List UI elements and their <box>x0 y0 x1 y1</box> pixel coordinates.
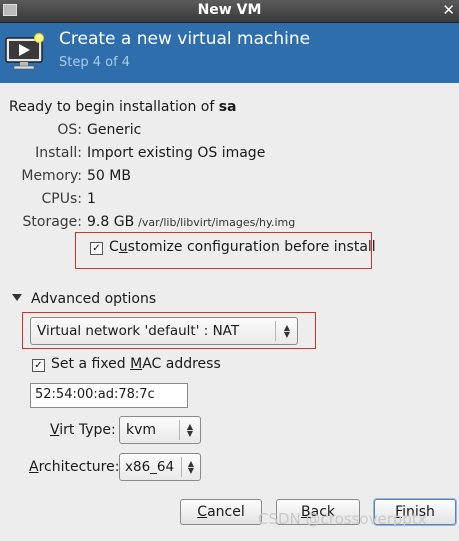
cancel-button[interactable]: Cancel <box>180 499 262 525</box>
os-label: OS: <box>57 122 82 138</box>
os-value: Generic <box>87 122 142 138</box>
virt-type-label: Virt Type: <box>50 422 116 438</box>
customize-label[interactable]: Customize configuration before install <box>109 239 376 255</box>
install-value: Import existing OS image <box>87 145 266 161</box>
fixed-mac-checkbox[interactable]: ✓ <box>32 359 45 372</box>
cpus-value: 1 <box>87 191 96 207</box>
network-select-value: Virtual network 'default' : NAT <box>37 323 240 339</box>
close-icon[interactable]: ✕ <box>442 1 455 19</box>
network-select[interactable]: Virtual network 'default' : NAT ▲ ▼ <box>30 317 298 345</box>
wizard-title: Create a new virtual machine <box>59 29 311 49</box>
advanced-options-label[interactable]: Advanced options <box>31 291 156 307</box>
virt-type-select[interactable]: kvm ▲ ▼ <box>119 416 201 444</box>
storage-value: 9.8 GB/var/lib/libvirt/images/hy.img <box>87 214 296 230</box>
mac-address-input[interactable]: 52:54:00:ad:78:7c <box>30 383 188 408</box>
fixed-mac-label[interactable]: Set a fixed MAC address <box>51 356 221 372</box>
wizard-step: Step 4 of 4 <box>59 55 131 70</box>
title-bar[interactable]: New VM ✕ <box>0 0 459 23</box>
virt-type-value: kvm <box>126 422 157 438</box>
architecture-select[interactable]: x86_64 ▲ ▼ <box>119 453 201 481</box>
architecture-value: x86_64 <box>125 459 175 475</box>
install-label: Install: <box>35 145 82 161</box>
storage-label: Storage: <box>22 214 83 230</box>
architecture-label: Architecture: <box>29 459 120 475</box>
wizard-header: Create a new virtual machine Step 4 of 4 <box>0 23 459 83</box>
memory-label: Memory: <box>21 168 82 184</box>
updown-arrow-icon: ▲ ▼ <box>283 323 291 339</box>
watermark: CSDN @crossoverpptx <box>258 510 427 528</box>
storage-path: /var/lib/libvirt/images/hy.img <box>138 216 296 229</box>
vm-name: sa <box>218 99 237 115</box>
updown-arrow-icon: ▲ ▼ <box>186 422 194 438</box>
customize-checkbox[interactable]: ✓ <box>90 242 103 255</box>
ready-text: Ready to begin installation of sa <box>9 99 237 115</box>
window-title: New VM <box>197 2 262 18</box>
updown-arrow-icon: ▲ ▼ <box>187 459 195 475</box>
new-vm-monitor-icon <box>5 33 44 70</box>
memory-value: 50 MB <box>87 168 131 184</box>
expander-arrow-icon[interactable] <box>12 294 22 301</box>
cpus-label: CPUs: <box>41 191 82 207</box>
